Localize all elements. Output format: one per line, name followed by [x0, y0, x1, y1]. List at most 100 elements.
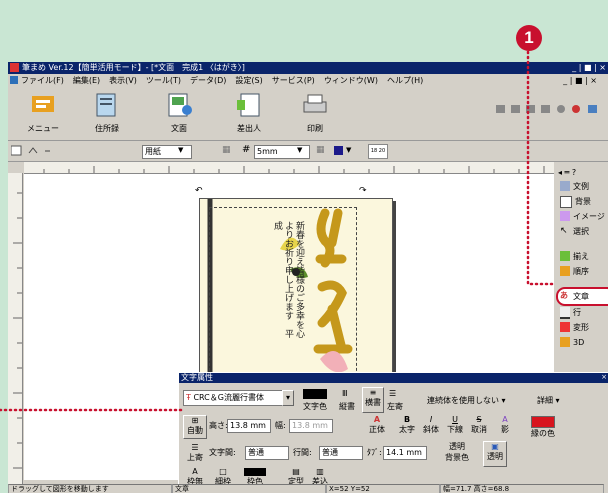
transparent-button[interactable]: ▣ 透明 [483, 441, 507, 467]
menu-service[interactable]: サービス(P) [272, 76, 315, 85]
toolbar-sender-button[interactable]: 差出人 [222, 92, 276, 134]
toolbar-sender-label: 差出人 [237, 124, 261, 133]
chevron-down-icon: ▼ [178, 146, 184, 154]
sidebar-item-line[interactable]: 行 [558, 305, 608, 320]
border-color-label: 縁の色 [531, 429, 555, 438]
grid-icon[interactable]: ▦ [222, 145, 231, 155]
close-icon[interactable]: × [601, 373, 607, 381]
line-spacing-label: 行間: [293, 448, 312, 457]
toolbar-addressbook-button[interactable]: 住所録 [80, 92, 134, 134]
toolbar-right-icons[interactable] [496, 104, 606, 114]
rotate-handle-left[interactable]: ↶ [195, 186, 203, 196]
sidebar-item-text[interactable]: あ文章 [556, 287, 608, 306]
menu-data[interactable]: データ(D) [190, 76, 226, 85]
background-icon [560, 196, 572, 208]
width-input[interactable]: 13.8 mm [289, 419, 333, 433]
chevron-down-icon: ▼ [346, 146, 352, 154]
sidebar-item-align[interactable]: 揃え [558, 249, 608, 264]
font-select[interactable]: Ŧ CRC＆G流麗行書体 [183, 390, 285, 406]
normal-a-icon: A [373, 415, 381, 424]
title-bar: 筆まめ Ver.12【簡単活用モード】- [*文面 完成1 〈はがき〉] _ |… [8, 62, 608, 74]
menu-edit[interactable]: 編集(E) [73, 76, 100, 85]
char-spacing-select[interactable]: 普通 [245, 446, 289, 460]
toolbar-addressbook-label: 住所録 [95, 124, 119, 133]
transform-icon [560, 322, 570, 332]
shadow-button[interactable]: A影 [495, 415, 515, 435]
toolbar-design-label: 文面 [171, 124, 187, 133]
italic-button[interactable]: I 斜体 [421, 415, 441, 435]
window-title: 筆まめ Ver.12【簡単活用モード】- [*文面 完成1 〈はがき〉] [22, 63, 245, 72]
callout-badge: 1 [516, 25, 542, 51]
postcard[interactable]: 新春を迎え皆様のご多幸を心よりお祈り申し上げます 平成 [199, 198, 393, 401]
menu-window[interactable]: ウィンドウ(W) [324, 76, 378, 85]
frame-color-swatch [244, 468, 266, 476]
table-icon[interactable]: ▦ [316, 145, 325, 155]
border-color-swatch[interactable] [531, 416, 555, 428]
sidebar-item-bunrei[interactable]: 文例 [558, 179, 608, 194]
align-icon [560, 251, 570, 261]
underline-button[interactable]: U 下線 [445, 415, 465, 435]
status-coords: X=52 Y=52 [326, 484, 440, 493]
menu-bar: ファイル(F) 編集(E) 表示(V) ツール(T) データ(D) 設定(S) サービス(P… [8, 74, 608, 87]
app-icon [10, 63, 19, 72]
rotate-handle-right[interactable]: ↷ [359, 186, 367, 196]
thin-frame-icon: □ [219, 467, 227, 476]
bg-color-button[interactable]: 透明 背景色 [437, 441, 477, 463]
detail-button[interactable]: 詳細 ▾ [537, 395, 560, 406]
small-tool-icons[interactable] [11, 145, 61, 157]
toolbar-print-button[interactable]: 印刷 [288, 92, 342, 134]
menu-help[interactable]: ヘルプ(H) [387, 76, 423, 85]
menu-tools[interactable]: ツール(T) [146, 76, 181, 85]
connected-select[interactable]: 連続体を使用しない ▾ [427, 395, 506, 406]
menu-view[interactable]: 表示(V) [109, 76, 137, 85]
toolbar-design-button[interactable]: 文面 [152, 92, 206, 134]
app-window: 筆まめ Ver.12【簡単活用モード】- [*文面 完成1 〈はがき〉] _ |… [8, 62, 608, 493]
template-icon [560, 181, 570, 191]
menu-file[interactable]: ファイル(F) [21, 76, 64, 85]
menu-settings[interactable]: 設定(S) [235, 76, 262, 85]
tab-input[interactable]: 14.1 mm [383, 446, 427, 460]
paper-select[interactable]: 用紙 [142, 145, 192, 159]
height-input[interactable]: 13.8 mm [227, 419, 271, 433]
main-toolbar: メニュー 住所録 文面 差出人 印刷 [8, 88, 608, 141]
misc-tool-icons [496, 105, 597, 113]
top-align-icon: ☰ [191, 443, 199, 452]
strike-cancel-button[interactable]: S 取消 [469, 415, 489, 435]
toolbar-menu-button[interactable]: メニュー [16, 92, 70, 134]
sidebar-item-image[interactable]: イメージ [558, 209, 608, 224]
tab-label: ﾀﾌﾞ: [367, 448, 382, 457]
side-ruler-item[interactable]: ◂ ═ ? [558, 165, 608, 180]
bold-button[interactable]: B 太字 [397, 415, 417, 435]
vertical-write-button[interactable]: 縦書 [339, 401, 355, 412]
status-mode: 文章 [172, 484, 326, 493]
vertical-ruler [8, 173, 23, 484]
sidebar-item-select[interactable]: ↖ 選択 [558, 224, 608, 239]
top-align-button[interactable]: ☰ 上寄 [183, 443, 207, 463]
text-color-label: 文字色 [303, 402, 327, 411]
text-color-swatch[interactable] [303, 389, 327, 399]
italic-icon: I [429, 415, 433, 424]
sidebar-item-3d[interactable]: 3D [558, 335, 608, 350]
transparent-icon: ▣ [491, 442, 499, 451]
size-indicator[interactable]: 18 20 [368, 144, 388, 159]
window-buttons[interactable]: _ | ■ | × [572, 62, 606, 74]
horizontal-write-button[interactable]: ≡ 横書 [362, 387, 384, 413]
doc-window-buttons[interactable]: _ | ■ | × [563, 74, 597, 87]
line-spacing-select[interactable]: 普通 [319, 446, 363, 460]
sidebar-item-transform[interactable]: 変形 [558, 320, 608, 335]
hash-grid-icon[interactable]: # [242, 144, 250, 155]
color-swatch-icon[interactable] [334, 146, 343, 155]
align-left-button[interactable]: 左寄 [387, 401, 403, 412]
ruler-ticks [43, 166, 545, 173]
sidebar-item-background[interactable]: 背景 [558, 194, 608, 209]
order-icon [560, 266, 570, 276]
status-size: 幅=71.7 高さ=68.8 [440, 484, 604, 493]
chevron-down-icon[interactable]: ▾ [282, 390, 294, 406]
fixed-icon: ▤ [292, 467, 300, 476]
toolbar-print-label: 印刷 [307, 124, 323, 133]
sidebar-item-order[interactable]: 順序 [558, 264, 608, 279]
vruler-ticks [13, 192, 22, 469]
normal-style-button[interactable]: A 正体 [367, 415, 387, 435]
cursor-icon: ↖ [560, 226, 568, 236]
auto-size-button[interactable]: ⊞ 自動 [183, 415, 207, 439]
